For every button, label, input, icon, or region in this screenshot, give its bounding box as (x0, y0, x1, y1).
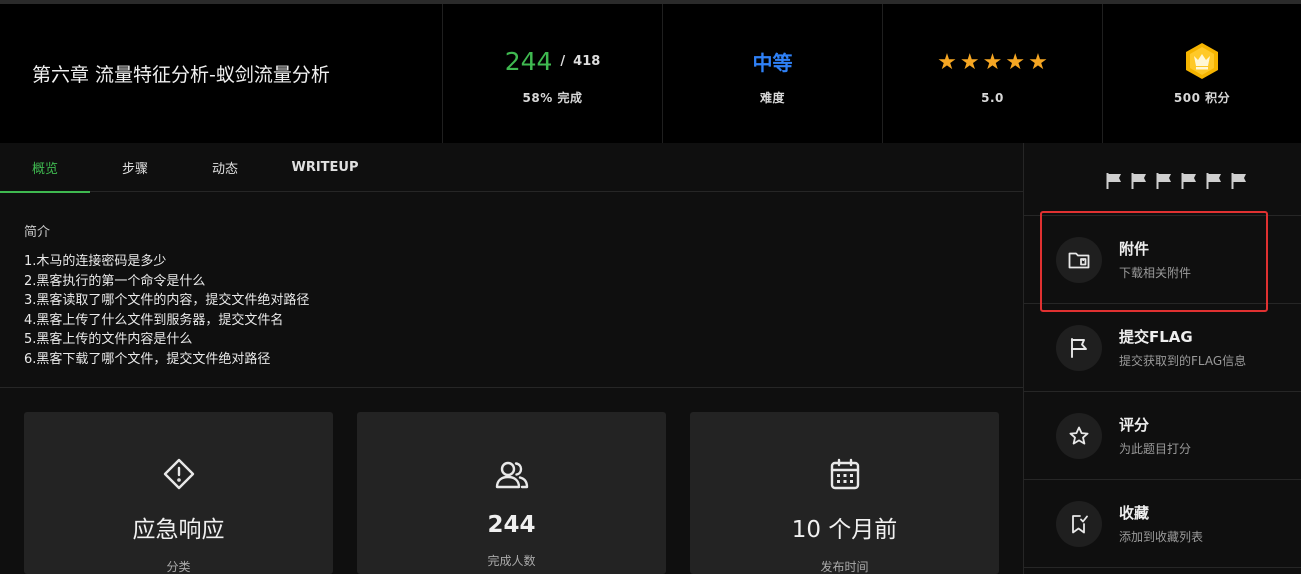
flag-icon (1130, 172, 1148, 190)
completions-label: 完成人数 (487, 554, 536, 568)
published-label: 发布时间 (820, 560, 869, 574)
progress-separator: / (560, 53, 566, 69)
rate-title: 评分 (1119, 416, 1150, 434)
favorite-subtitle: 添加到收藏列表 (1119, 530, 1204, 544)
users-icon (495, 461, 528, 489)
challenge-title-cell: 第六章 流量特征分析-蚁剑流量分析 (0, 4, 443, 143)
tab-activity[interactable]: 动态 (180, 143, 270, 192)
category-card: 应急响应 分类 (24, 412, 333, 574)
rate-icon-wrap (1056, 412, 1102, 459)
flag-icon (1155, 172, 1173, 190)
tab-steps[interactable]: 步骤 (90, 143, 180, 192)
rating-stat: ★ ★ ★ ★ ★ 5.0 (883, 4, 1103, 143)
attachments-icon-wrap (1056, 236, 1102, 283)
rating-stars: ★ ★ ★ ★ ★ (937, 49, 1048, 75)
star-icon (1069, 426, 1089, 445)
difficulty-stat: 中等 难度 (663, 4, 883, 143)
attachments-subtitle: 下载相关附件 (1119, 266, 1192, 280)
rating-star-icon: ★ (982, 49, 1003, 75)
completions-card: 244 完成人数 (357, 412, 666, 574)
challenge-title: 第六章 流量特征分析-蚁剑流量分析 (32, 64, 330, 86)
attachments-button[interactable]: 附件 下载相关附件 (1024, 216, 1301, 304)
done-count: 244 (504, 46, 553, 76)
favorite-button[interactable]: 收藏 添加到收藏列表 (1024, 480, 1301, 568)
intro-line: 1.木马的连接密码是多少 (24, 254, 167, 269)
warning-diamond-icon (163, 458, 194, 490)
rating-star-icon: ★ (1005, 49, 1026, 75)
attachments-title: 附件 (1119, 240, 1150, 258)
submit-flag-subtitle: 提交获取到的FLAG信息 (1119, 354, 1247, 368)
submit-flag-title: 提交FLAG (1119, 328, 1193, 346)
challenge-header: 第六章 流量特征分析-蚁剑流量分析 244 / 418 58% 完成 中等 难度… (0, 4, 1301, 143)
intro-label: 简介 (24, 225, 51, 240)
category-value: 应急响应 (132, 517, 225, 543)
submit-flag-icon-wrap (1056, 324, 1102, 371)
rating-star-icon: ★ (937, 49, 957, 75)
rating-value: 5.0 (981, 90, 1004, 105)
published-value: 10 个月前 (791, 517, 898, 543)
difficulty-label: 难度 (759, 91, 785, 105)
progress-stat: 244 / 418 58% 完成 (443, 4, 663, 143)
rate-subtitle: 为此题目打分 (1119, 442, 1192, 456)
rating-star-icon: ★ (1028, 49, 1048, 75)
tab-overview[interactable]: 概览 (0, 143, 90, 193)
intro-line: 4.黑客上传了什么文件到服务器，提交文件名 (24, 312, 284, 328)
intro-line: 5.黑客上传的文件内容是什么 (24, 332, 193, 348)
flag-icon (1071, 337, 1087, 358)
published-card: 10 个月前 发布时间 (690, 412, 999, 574)
intro-section: 简介 1.木马的连接密码是多少 2.黑客执行的第一个命令是什么 3.黑客读取了哪… (0, 193, 1023, 388)
crown-badge-icon (1186, 43, 1218, 79)
folder-icon (1068, 252, 1090, 268)
flag-row (1024, 143, 1301, 216)
category-label: 分类 (166, 560, 191, 574)
tab-bar: 概览 步骤 动态 WRITEUP (0, 143, 1023, 193)
rating-star-icon: ★ (959, 49, 980, 75)
intro-line: 6.黑客下载了哪个文件，提交文件绝对路径 (24, 351, 271, 367)
tab-writeup[interactable]: WRITEUP (270, 143, 380, 192)
bookmark-icon (1072, 514, 1088, 533)
calendar-icon (830, 458, 859, 490)
intro-line: 3.黑客读取了哪个文件的内容，提交文件绝对路径 (24, 293, 310, 309)
points-label: 500 积分 (1173, 91, 1231, 105)
difficulty-value: 中等 (752, 50, 793, 75)
submit-flag-button[interactable]: 提交FLAG 提交获取到的FLAG信息 (1024, 304, 1301, 392)
flag-icon (1180, 172, 1198, 190)
intro-line: 2.黑客执行的第一个命令是什么 (24, 273, 206, 289)
total-count: 418 (573, 53, 601, 69)
action-sidebar: 附件 下载相关附件 提交FLAG 提交获取到的FLAG信息 评分 为此题目打分 (1023, 143, 1301, 574)
flag-icon (1230, 172, 1248, 190)
completions-value: 244 (487, 512, 536, 538)
progress-label: 58% 完成 (522, 91, 583, 105)
flag-icon (1105, 172, 1123, 190)
rate-button[interactable]: 评分 为此题目打分 (1024, 392, 1301, 480)
favorite-icon-wrap (1056, 500, 1102, 547)
favorite-title: 收藏 (1119, 504, 1150, 522)
flag-icon (1205, 172, 1223, 190)
points-stat: 500 积分 (1103, 4, 1301, 143)
